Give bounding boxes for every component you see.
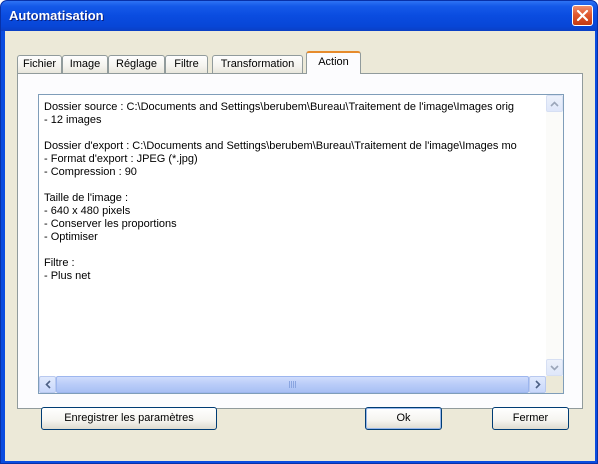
- tab-reglage[interactable]: Réglage: [108, 55, 165, 73]
- tab-action[interactable]: Action: [306, 51, 361, 74]
- scrollbar-corner: [546, 376, 563, 393]
- summary-line: - Conserver les proportions: [44, 218, 177, 230]
- title-bar[interactable]: Automatisation: [1, 1, 597, 31]
- grip-icon: [289, 381, 296, 388]
- window-title: Automatisation: [9, 8, 104, 23]
- dialog-window: Automatisation Fichier Image Réglage Fil…: [0, 0, 598, 464]
- scroll-down-button[interactable]: [546, 359, 563, 376]
- summary-line: - Format d'export : JPEG (*.jpg): [44, 153, 198, 165]
- summary-line: Taille de l'image :: [44, 192, 129, 204]
- summary-line: Dossier d'export : C:\Documents and Sett…: [44, 140, 517, 152]
- summary-text: Dossier source : C:\Documents and Settin…: [44, 101, 547, 371]
- chevron-up-icon: [550, 100, 559, 107]
- summary-line: - 640 x 480 pixels: [44, 205, 131, 217]
- scroll-up-button[interactable]: [546, 95, 563, 112]
- chevron-left-icon: [44, 380, 51, 389]
- tab-image[interactable]: Image: [62, 55, 108, 73]
- scroll-left-button[interactable]: [39, 376, 56, 393]
- scroll-right-button[interactable]: [529, 376, 546, 393]
- chevron-right-icon: [534, 380, 541, 389]
- tab-panel-action: Dossier source : C:\Documents and Settin…: [17, 73, 583, 409]
- vertical-scrollbar[interactable]: [546, 95, 563, 376]
- chevron-down-icon: [550, 364, 559, 371]
- dialog-client-area: Fichier Image Réglage Filtre Transformat…: [5, 31, 595, 461]
- summary-line: [44, 179, 547, 192]
- close-button[interactable]: Fermer: [492, 407, 569, 430]
- summary-line: - 12 images: [44, 114, 102, 126]
- horizontal-scrollbar[interactable]: [39, 376, 546, 393]
- tab-filtre[interactable]: Filtre: [165, 55, 208, 73]
- tab-fichier[interactable]: Fichier: [17, 55, 62, 73]
- summary-line: [44, 127, 547, 140]
- summary-line: [44, 244, 547, 257]
- tab-transformation[interactable]: Transformation: [212, 55, 303, 73]
- summary-textbox[interactable]: Dossier source : C:\Documents and Settin…: [38, 94, 564, 394]
- summary-line: Dossier source : C:\Documents and Settin…: [44, 101, 515, 113]
- save-settings-button[interactable]: Enregistrer les paramètres: [41, 407, 217, 430]
- summary-line: - Optimiser: [44, 231, 98, 243]
- ok-button[interactable]: Ok: [365, 407, 442, 430]
- summary-line: - Compression : 90: [44, 166, 137, 178]
- horizontal-scroll-thumb[interactable]: [56, 376, 529, 393]
- summary-line: - Plus net: [44, 270, 91, 282]
- close-icon: [576, 9, 589, 22]
- summary-line: Filtre :: [44, 257, 75, 269]
- close-window-button[interactable]: [572, 5, 593, 26]
